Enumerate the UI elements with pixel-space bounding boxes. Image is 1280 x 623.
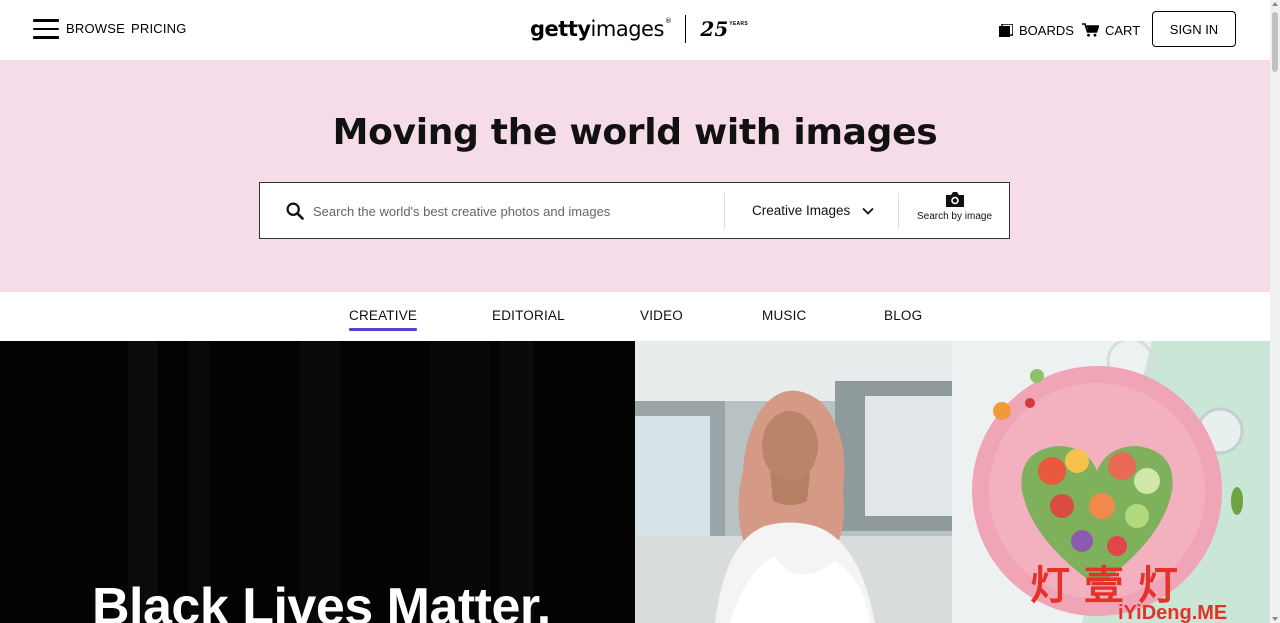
- page-scrollbar[interactable]: [1270, 0, 1280, 623]
- food-plate-photo[interactable]: 灯 壹 灯 iYiDeng.ME: [952, 341, 1270, 623]
- search-by-image-label: Search by image: [916, 211, 993, 222]
- cart-icon: [1082, 23, 1099, 37]
- getty-images-logo[interactable]: gettyimages® 25 YEARS: [530, 12, 748, 46]
- search-bar: Creative Images Search by image: [259, 182, 1010, 239]
- image-type-dropdown[interactable]: Creative Images: [752, 183, 874, 238]
- content-tabs: CREATIVE EDITORIAL VIDEO MUSIC BLOG: [0, 292, 1270, 341]
- tab-blog[interactable]: BLOG: [884, 308, 922, 323]
- logo-divider: [685, 15, 687, 43]
- pricing-link[interactable]: PRICING: [131, 21, 187, 36]
- tab-music[interactable]: MUSIC: [762, 308, 807, 323]
- feature-banner-dark[interactable]: Black Lives Matter.: [0, 341, 635, 623]
- tab-creative[interactable]: CREATIVE: [349, 308, 418, 331]
- watermark-text: iYiDeng.ME: [1118, 602, 1227, 623]
- boards-link[interactable]: BOARDS: [999, 0, 1074, 60]
- site-header: BROWSE PRICING gettyimages® 25 YEARS BOA…: [0, 0, 1270, 60]
- hero-banner: Moving the world with images Creative Im…: [0, 60, 1270, 292]
- sign-in-button[interactable]: SIGN IN: [1152, 11, 1236, 47]
- search-by-image-button[interactable]: Search by image: [912, 191, 997, 222]
- scroll-up-icon[interactable]: [1272, 2, 1278, 6]
- image-type-selected: Creative Images: [752, 203, 851, 218]
- cart-label: CART: [1105, 22, 1141, 38]
- tab-video[interactable]: VIDEO: [640, 308, 683, 323]
- search-divider-2: [898, 193, 899, 229]
- food-illustration: 灯 壹 灯 iYiDeng.ME: [952, 341, 1270, 623]
- portrait-illustration: [635, 341, 952, 623]
- feature-headline: Black Lives Matter.: [92, 578, 551, 623]
- boards-icon: [999, 23, 1013, 37]
- camera-icon: [945, 192, 964, 207]
- search-input[interactable]: [313, 195, 713, 227]
- logo-25-years: 25 YEARS: [700, 17, 748, 41]
- hero-title: Moving the world with images: [332, 112, 938, 153]
- chevron-down-icon: [862, 207, 874, 215]
- cart-link[interactable]: CART: [1082, 0, 1140, 60]
- scroll-thumb[interactable]: [1272, 12, 1278, 72]
- logo-wordmark: gettyimages®: [530, 17, 672, 41]
- scroll-down-icon[interactable]: [1272, 617, 1278, 621]
- tab-editorial[interactable]: EDITORIAL: [492, 308, 565, 323]
- boards-label: BOARDS: [1019, 22, 1074, 38]
- portrait-photo[interactable]: [635, 341, 952, 623]
- browse-link[interactable]: BROWSE: [66, 21, 125, 36]
- search-icon[interactable]: [286, 202, 304, 220]
- menu-icon[interactable]: [33, 19, 59, 39]
- search-divider: [724, 193, 725, 229]
